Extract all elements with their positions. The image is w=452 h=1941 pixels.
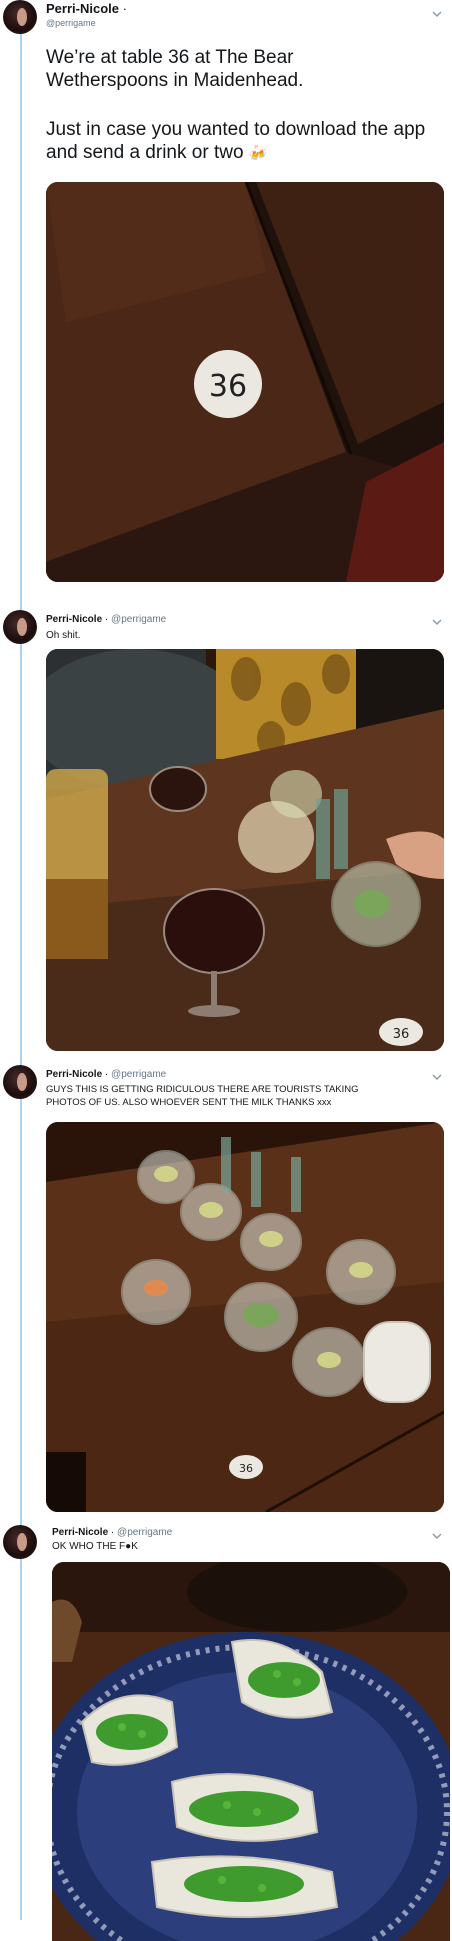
- tweet-1[interactable]: Perri-Nicole · @perrigame We’re at table…: [0, 0, 452, 600]
- chevron-down-icon[interactable]: [432, 1532, 442, 1542]
- tweet-header: Perri-Nicole · @perrigame: [52, 1527, 172, 1538]
- avatar[interactable]: [3, 0, 37, 34]
- tweet-handle[interactable]: @perrigame: [46, 18, 96, 28]
- tweet-text: OK WHO THE F●K: [52, 1541, 138, 1552]
- tweet-text: We’re at table 36 at The Bear Wetherspoo…: [46, 47, 304, 91]
- avatar[interactable]: [3, 1065, 37, 1099]
- author-name[interactable]: Perri-Nicole: [46, 614, 102, 625]
- tweet-header: Perri-Nicole ·: [46, 1, 127, 16]
- author-handle[interactable]: @perrigame: [111, 1069, 166, 1080]
- tweet-4[interactable]: Perri-Nicole · @perrigame OK WHO THE F●K: [0, 1522, 452, 1941]
- tweet-photo[interactable]: 36: [46, 1122, 444, 1512]
- separator: ·: [104, 614, 109, 625]
- tweet-header: Perri-Nicole · @perrigame: [46, 1069, 166, 1080]
- tweet-photo[interactable]: [52, 1562, 450, 1941]
- separator: ·: [122, 1, 127, 16]
- author-handle[interactable]: @perrigame: [117, 1527, 172, 1538]
- tweet-header: Perri-Nicole · @perrigame: [46, 614, 166, 625]
- author-name[interactable]: Perri-Nicole: [46, 1, 119, 16]
- chevron-down-icon[interactable]: [432, 10, 442, 20]
- beer-emoji-icon: 🍻: [248, 145, 268, 162]
- table-number: 36: [209, 369, 247, 404]
- tweet-3[interactable]: Perri-Nicole · @perrigame GUYS THIS IS G…: [0, 1060, 452, 1520]
- avatar[interactable]: [3, 1525, 37, 1559]
- tweet-text: Oh shit.: [46, 630, 81, 641]
- table-number: 36: [393, 1027, 410, 1042]
- avatar[interactable]: [3, 610, 37, 644]
- table-number: 36: [239, 1462, 253, 1475]
- tweet-2[interactable]: Perri-Nicole · @perrigame Oh shit. 36: [0, 605, 452, 1060]
- tweet-photo[interactable]: 36: [46, 182, 444, 582]
- chevron-down-icon[interactable]: [432, 1073, 442, 1083]
- author-name[interactable]: Perri-Nicole: [46, 1069, 102, 1080]
- tweet-text-continued: Just in case you wanted to download the …: [46, 119, 426, 163]
- chevron-down-icon[interactable]: [432, 618, 442, 628]
- separator: ·: [110, 1527, 115, 1538]
- separator: ·: [104, 1069, 109, 1080]
- tweet-text: GUYS THIS IS GETTING RIDICULOUS THERE AR…: [46, 1084, 359, 1108]
- author-name[interactable]: Perri-Nicole: [52, 1527, 108, 1538]
- tweet-photo[interactable]: 36: [46, 649, 444, 1051]
- author-handle[interactable]: @perrigame: [111, 614, 166, 625]
